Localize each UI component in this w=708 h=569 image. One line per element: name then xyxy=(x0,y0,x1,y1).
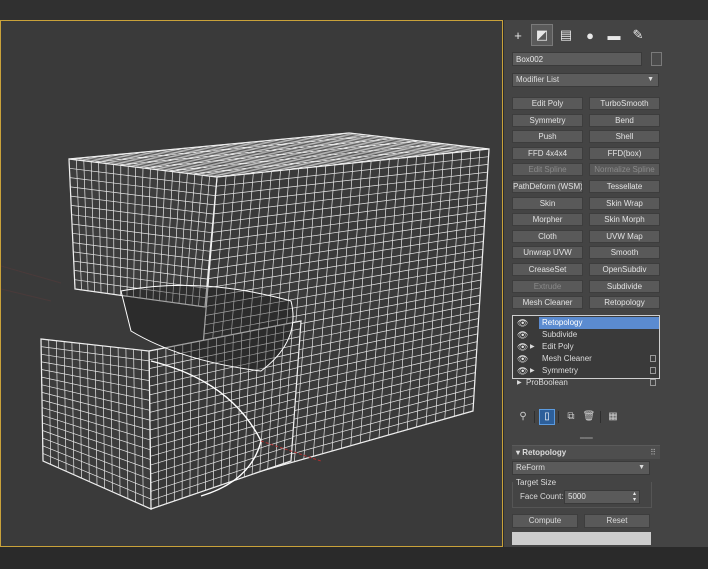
stack-item-retopology[interactable]: 👁 Retopology xyxy=(513,317,659,329)
modifier-button-smooth[interactable]: Smooth xyxy=(589,246,660,260)
dropdown-arrow-icon: ▼ xyxy=(638,464,645,471)
stack-item-label: Symmetry xyxy=(542,366,578,375)
modifier-type-icon xyxy=(650,367,656,374)
toolbar-separator xyxy=(534,411,535,423)
visibility-eye-icon[interactable]: 👁 xyxy=(517,366,528,376)
retopology-rollout-header[interactable]: ▾ Retopology ⠿ xyxy=(512,445,660,459)
modifier-button-pathdeform-wsm[interactable]: PathDeform (WSM) xyxy=(512,180,583,193)
configure-sets-icon[interactable]: ▦ xyxy=(606,410,620,424)
stack-item-mesh-cleaner[interactable]: 👁 Mesh Cleaner xyxy=(513,353,659,365)
display-tab-icon[interactable]: ▬ xyxy=(604,25,624,45)
modifier-stack[interactable]: 👁 Retopology 👁 Subdivide 👁 ▶ Edit Poly 👁 Mesh Cl… xyxy=(512,315,660,387)
toolbar-separator xyxy=(558,411,559,423)
modifier-button-normalize-spline[interactable]: Normalize Spline xyxy=(589,163,660,177)
modifier-button-shell[interactable]: Shell xyxy=(589,130,660,144)
face-count-spinner[interactable]: 5000 ▴ ▾ xyxy=(564,490,640,504)
utilities-tab-icon[interactable]: ✎ xyxy=(628,25,648,45)
modifier-list-dropdown[interactable]: Modifier List ▼ xyxy=(512,73,659,87)
modifier-button-subdivide[interactable]: Subdivide xyxy=(589,279,660,293)
stack-item-label: Mesh Cleaner xyxy=(542,354,592,363)
modifier-button-ffd-4x4x4[interactable]: FFD 4x4x4 xyxy=(512,146,583,160)
panel-tabs: + ◩ ▤ ● ▬ ✎ xyxy=(508,24,704,46)
expand-triangle-icon[interactable]: ▶ xyxy=(530,341,535,353)
compute-button[interactable]: Compute xyxy=(512,514,578,528)
hierarchy-tab-icon[interactable]: ▤ xyxy=(556,25,576,45)
modifier-button-edit-poly[interactable]: Edit Poly xyxy=(512,97,583,110)
stack-item-symmetry[interactable]: 👁 ▶ Symmetry xyxy=(513,365,659,377)
face-count-value: 5000 xyxy=(568,492,586,501)
toolbar-separator xyxy=(600,411,601,423)
modifier-button-cloth[interactable]: Cloth xyxy=(512,229,583,243)
stack-item-proboolean[interactable]: ▶ ProBoolean xyxy=(513,377,659,389)
modifier-button-extrude[interactable]: Extrude xyxy=(512,279,583,293)
modifier-type-icon xyxy=(650,355,656,362)
visibility-eye-icon[interactable]: 👁 xyxy=(517,342,528,352)
expand-triangle-icon[interactable]: ▶ xyxy=(517,377,522,389)
create-tab-icon[interactable]: + xyxy=(508,25,528,45)
spinner-arrows-icon[interactable]: ▴ ▾ xyxy=(633,491,636,503)
motion-tab-icon[interactable]: ● xyxy=(580,25,600,45)
method-value: ReForm xyxy=(516,463,545,472)
object-name-row xyxy=(512,52,662,66)
stack-toolbar: ⚲ ▯ ⧉ 🗑 ▦ xyxy=(512,408,660,426)
stack-item-label: Subdivide xyxy=(542,330,578,339)
modifier-button-creaseset[interactable]: CreaseSet xyxy=(512,263,583,276)
status-bar xyxy=(0,547,708,569)
top-toolbar-strip xyxy=(0,0,708,20)
method-dropdown[interactable]: ReForm ▼ xyxy=(512,461,650,475)
object-name-input[interactable] xyxy=(512,52,642,66)
modifier-button-skin[interactable]: Skin xyxy=(512,196,583,210)
stack-item-subdivide[interactable]: 👁 Subdivide xyxy=(513,329,659,341)
modifier-button-bend[interactable]: Bend xyxy=(589,113,660,127)
stack-item-edit-poly[interactable]: 👁 ▶ Edit Poly xyxy=(513,341,659,353)
modifier-button-morpher[interactable]: Morpher xyxy=(512,213,583,227)
pin-stack-icon[interactable]: ⚲ xyxy=(516,410,530,424)
modifier-button-retopology[interactable]: Retopology xyxy=(589,296,660,310)
modifier-button-symmetry[interactable]: Symmetry xyxy=(512,113,583,127)
dropdown-arrow-icon: ▼ xyxy=(647,76,654,83)
modifier-type-icon xyxy=(650,379,656,386)
face-count-label: Face Count: xyxy=(520,492,564,501)
wireframe-mesh xyxy=(1,132,490,510)
modifier-button-mesh-cleaner[interactable]: Mesh Cleaner xyxy=(512,296,583,310)
target-size-label: Target Size xyxy=(516,478,557,487)
show-end-result-icon[interactable]: ▯ xyxy=(539,409,555,425)
modifier-button-opensubdiv[interactable]: OpenSubdiv xyxy=(589,263,660,276)
modify-tab-icon[interactable]: ◩ xyxy=(531,24,553,46)
rollout-title: Retopology xyxy=(522,448,567,457)
remove-modifier-icon[interactable]: 🗑 xyxy=(582,410,596,424)
visibility-eye-icon[interactable]: 👁 xyxy=(517,318,528,328)
modifier-button-edit-spline[interactable]: Edit Spline xyxy=(512,163,583,177)
modifier-button-ffd-box[interactable]: FFD(box) xyxy=(589,146,660,160)
stack-item-label: ProBoolean xyxy=(526,378,568,387)
modifier-button-uvw-map[interactable]: UVW Map xyxy=(589,229,660,243)
modifier-list-label: Modifier List xyxy=(516,75,560,84)
perspective-viewport[interactable] xyxy=(0,20,503,547)
stack-item-label: Retopology xyxy=(539,317,659,329)
modifier-button-skin-morph[interactable]: Skin Morph xyxy=(589,213,660,227)
viewport-grid-line xyxy=(1,265,62,302)
object-color-swatch[interactable] xyxy=(651,52,662,66)
rollout-drag-handle-icon[interactable]: ═══ xyxy=(580,436,593,442)
progress-bar xyxy=(512,532,651,545)
modifier-button-tessellate[interactable]: Tessellate xyxy=(589,180,660,193)
visibility-eye-icon[interactable]: 👁 xyxy=(517,330,528,340)
make-unique-icon[interactable]: ⧉ xyxy=(564,410,578,424)
modifier-button-skin-wrap[interactable]: Skin Wrap xyxy=(589,196,660,210)
modifier-button-turbosmooth[interactable]: TurboSmooth xyxy=(589,97,660,110)
stack-item-label: Edit Poly xyxy=(542,342,574,351)
expand-triangle-icon[interactable]: ▶ xyxy=(530,365,535,377)
visibility-eye-icon[interactable]: 👁 xyxy=(517,354,528,364)
reset-button[interactable]: Reset xyxy=(584,514,650,528)
modifier-button-push[interactable]: Push xyxy=(512,130,583,144)
command-panel: + ◩ ▤ ● ▬ ✎ Modifier List ▼ Edit Poly Tur… xyxy=(504,20,708,547)
rollout-grip-icon: ⠿ xyxy=(650,448,656,457)
modifier-button-unwrap-uvw[interactable]: Unwrap UVW xyxy=(512,246,583,260)
